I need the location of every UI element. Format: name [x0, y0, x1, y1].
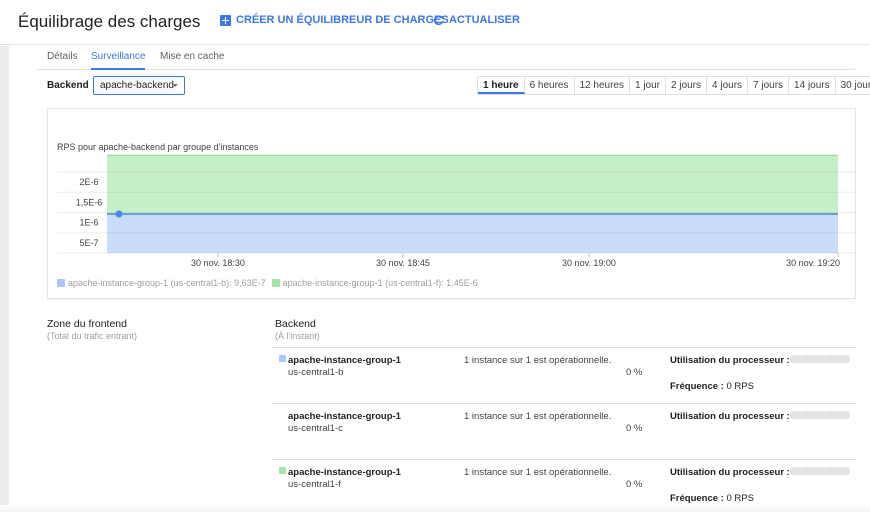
- legend-label: apache-instance-group-1 (us-central1-f):…: [282, 278, 478, 288]
- x-tick-label: 30 nov. 18:45: [376, 258, 430, 268]
- page-title: Équilibrage des charges: [18, 12, 201, 31]
- create-load-balancer-label: CRÉER UN ÉQUILIBREUR DE CHARGES: [236, 14, 449, 26]
- legend-label: apache-instance-group-1 (us-central1-b):…: [68, 278, 266, 288]
- backend-row: apache-instance-group-1 us-central1-b 1 in…: [272, 347, 856, 403]
- dropdown-caret-icon: [172, 84, 178, 87]
- frequency: Fréquence : 0 RPS: [670, 493, 754, 504]
- x-tick-label: 30 nov. 19:20: [786, 258, 840, 268]
- time-range-selector: 1 heure 6 heures 12 heures 1 jour 2 jour…: [477, 76, 870, 95]
- instance-group-zone: us-central1-b: [288, 367, 344, 378]
- range-1-day[interactable]: 1 jour: [630, 77, 666, 94]
- range-4-days[interactable]: 4 jours: [707, 77, 749, 94]
- cpu-usage-bar: [790, 411, 850, 419]
- chart-legend: apache-instance-group-1 (us-central1-b):…: [57, 278, 478, 288]
- side-strip: [0, 46, 9, 512]
- range-2-days[interactable]: 2 jours: [666, 77, 708, 94]
- range-7-days[interactable]: 7 jours: [748, 77, 790, 94]
- cpu-usage-label: Utilisation du processeur :: [670, 467, 790, 478]
- frequency: Fréquence : 0 RPS: [670, 381, 754, 392]
- tab-monitoring[interactable]: Surveillance: [91, 51, 146, 70]
- range-1-hour[interactable]: 1 heure: [478, 77, 525, 94]
- backend-section-subtitle: (À l'instant): [275, 331, 320, 341]
- x-tick-label: 30 nov. 19:00: [562, 258, 616, 268]
- legend-swatch-blue: [57, 279, 65, 287]
- y-tick-label: 2E-6: [79, 177, 98, 187]
- y-tick-label: 1E-6: [79, 218, 98, 228]
- backend-section-title: Backend: [275, 318, 316, 330]
- legend-item-central1-f[interactable]: apache-instance-group-1 (us-central1-f):…: [271, 278, 478, 288]
- refresh-icon: [433, 15, 444, 25]
- frequency-label: Fréquence :: [670, 493, 724, 504]
- cpu-usage-value: 0 %: [626, 423, 643, 434]
- instance-group-name[interactable]: apache-instance-group-1: [288, 467, 401, 478]
- instance-group-zone: us-central1-f: [288, 479, 341, 490]
- cpu-usage-value: 0 %: [626, 367, 643, 378]
- highlight-data-point: [115, 210, 123, 218]
- rps-chart-card: RPS pour apache-backend par groupe d'ins…: [47, 108, 856, 299]
- cpu-usage-bar: [790, 355, 850, 363]
- range-12-hours[interactable]: 12 heures: [575, 77, 630, 94]
- legend-item-central1-b[interactable]: apache-instance-group-1 (us-central1-b):…: [57, 278, 266, 288]
- frontend-zone-subtitle: (Total du trafic entrant): [47, 331, 138, 341]
- y-tick-label: 1,5E-6: [76, 197, 103, 207]
- series-color-swatch: [279, 355, 286, 362]
- frequency-value: 0 RPS: [726, 381, 754, 392]
- area-series-central1-f: [107, 155, 838, 214]
- range-6-hours[interactable]: 6 heures: [525, 77, 575, 94]
- instance-group-zone: us-central1-c: [288, 423, 343, 434]
- health-status: 1 instance sur 1 est opérationnelle.: [464, 355, 612, 366]
- range-30-days[interactable]: 30 jours: [836, 77, 870, 94]
- bottom-fade: [0, 505, 870, 512]
- cpu-usage-label: Utilisation du processeur :: [670, 355, 790, 366]
- backend-select-value: apache-backend: [100, 80, 174, 91]
- tab-bar: Détails Surveillance Mise en cache: [37, 46, 855, 70]
- page-header: Équilibrage des charges CRÉER UN ÉQUILIB…: [0, 0, 870, 45]
- refresh-button[interactable]: ACTUALISER: [433, 14, 520, 26]
- backend-select[interactable]: apache-backend: [93, 76, 185, 95]
- add-box-icon: [220, 14, 231, 26]
- health-status: 1 instance sur 1 est opérationnelle.: [464, 411, 612, 422]
- frontend-zone-title: Zone du frontend: [47, 318, 127, 330]
- backend-select-label: Backend: [47, 80, 89, 91]
- area-series-central1-b: [107, 213, 838, 253]
- instance-group-name[interactable]: apache-instance-group-1: [288, 411, 401, 422]
- tab-caching[interactable]: Mise en cache: [160, 51, 224, 68]
- create-load-balancer-button[interactable]: CRÉER UN ÉQUILIBREUR DE CHARGES: [220, 14, 449, 26]
- cpu-usage-bar: [790, 467, 850, 475]
- refresh-label: ACTUALISER: [449, 14, 520, 26]
- cpu-usage-label: Utilisation du processeur :: [670, 411, 790, 422]
- y-tick-label: 5E-7: [79, 238, 98, 248]
- frequency-label: Fréquence :: [670, 381, 724, 392]
- instance-group-name[interactable]: apache-instance-group-1: [288, 355, 401, 366]
- rps-chart: 5E-7 1E-6 1,5E-6 2E-6 30 nov. 18:30 30 nov. 1…: [57, 154, 856, 268]
- legend-swatch-green: [271, 279, 280, 287]
- x-tick-label: 30 nov. 18:30: [191, 258, 245, 268]
- cpu-usage-value: 0 %: [626, 479, 643, 490]
- tab-details[interactable]: Détails: [47, 51, 78, 68]
- series-color-swatch: [279, 467, 286, 474]
- health-status: 1 instance sur 1 est opérationnelle.: [464, 467, 612, 478]
- frequency-value: 0 RPS: [726, 493, 754, 504]
- backend-row: apache-instance-group-1 us-central1-c 1 in…: [272, 403, 856, 459]
- range-14-days[interactable]: 14 jours: [789, 77, 836, 94]
